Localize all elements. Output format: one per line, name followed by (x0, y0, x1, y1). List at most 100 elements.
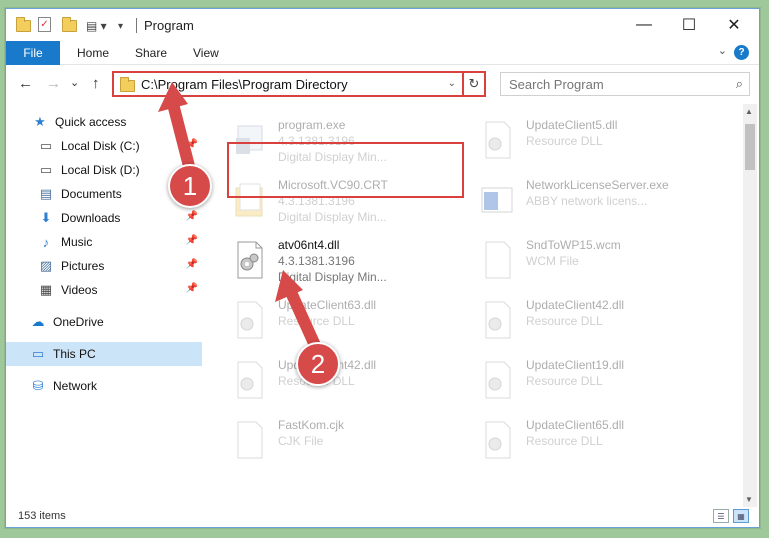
computer-icon: ▭ (31, 346, 45, 361)
pin-icon[interactable]: 📌 (186, 211, 198, 222)
sidebar-item-quick-access[interactable]: ★ Quick access (6, 110, 202, 134)
star-icon: ★ (34, 114, 46, 129)
file-type: WCM File (526, 254, 579, 268)
file-item-selected[interactable]: atv06nt4.dll 4.3.1381.3196 Digital Displ… (226, 234, 466, 290)
tab-share[interactable]: Share (135, 46, 167, 60)
drive-icon: ▭ (39, 138, 53, 153)
quick-access-folder-icon[interactable] (16, 17, 31, 35)
back-button[interactable]: ← (18, 75, 33, 92)
network-icon: ⛁ (32, 378, 44, 393)
callout-step-2: 2 (296, 342, 340, 386)
close-button[interactable]: ✕ (711, 9, 757, 41)
file-description: Digital Display Min... (278, 270, 387, 284)
sidebar-item-network[interactable]: ⛁ Network (6, 374, 202, 398)
help-icon[interactable]: ? (734, 45, 749, 60)
downloads-icon: ⬇ (40, 210, 52, 225)
file-name: UpdateClient63.dll (278, 298, 377, 312)
file-name: SndToWP15.wcm (526, 238, 621, 252)
window-title: Program (144, 18, 194, 33)
file-description: Digital Display Min... (278, 210, 387, 224)
address-bar[interactable]: C:\Program Files\Program Directory ⌄ (112, 71, 464, 97)
file-type: Resource DLL (278, 314, 355, 328)
sidebar-item-pictures[interactable]: ▨ Pictures 📌 (6, 254, 202, 278)
file-item[interactable]: UpdateClient42.dll Resource DLL (226, 354, 466, 410)
sidebar-item-label: Music (61, 235, 93, 249)
up-button[interactable]: ↑ (92, 75, 100, 92)
sidebar-item-videos[interactable]: ▦ Videos 📌 (6, 278, 202, 302)
scroll-up-icon[interactable]: ▲ (745, 107, 753, 116)
file-item[interactable]: UpdateClient19.dll Resource DLL (474, 354, 714, 410)
explorer-window: ✓ ▤ ▾ ▾ Program — ☐ ✕ File Home Share Vi… (5, 8, 760, 528)
file-name: FastKom.cjk (278, 418, 345, 432)
recent-locations-button[interactable]: ⌄ (70, 76, 79, 89)
chevron-down-icon[interactable]: ⌄ (448, 78, 456, 89)
file-item[interactable]: UpdateClient63.dll Resource DLL (226, 294, 466, 350)
file-icon (237, 421, 263, 459)
file-name: UpdateClient42.dll (526, 298, 625, 312)
cloud-icon: ☁ (31, 314, 45, 329)
minimize-button[interactable]: — (621, 9, 667, 41)
expand-ribbon-icon[interactable]: ⌄ (718, 44, 727, 57)
properties-icon[interactable]: ✓ (38, 17, 51, 32)
navigation-pane: ★ Quick access ▭ Local Disk (C:) 📌 ▭ Loc… (6, 104, 202, 504)
videos-icon: ▦ (39, 282, 53, 297)
sidebar-item-onedrive[interactable]: ☁ OneDrive (6, 310, 202, 334)
details-view-icon[interactable]: ☰ (713, 509, 729, 523)
file-item[interactable]: FastKom.cjk CJK File (226, 414, 466, 470)
file-item[interactable]: NetworkLicenseServer.exe ABBY network li… (474, 174, 714, 230)
scrollbar-thumb[interactable] (745, 124, 755, 170)
sidebar-item-label: This PC (53, 347, 96, 361)
quick-access-dropdown-icon[interactable]: ▾ (118, 17, 123, 35)
sidebar-item-downloads[interactable]: ⬇ Downloads 📌 (6, 206, 202, 230)
file-name: UpdateClient65.dll (526, 418, 625, 432)
file-item[interactable]: UpdateClient42.dll Resource DLL (474, 294, 714, 350)
file-type: Resource DLL (526, 434, 603, 448)
address-path[interactable]: C:\Program Files\Program Directory (141, 77, 348, 92)
navigation-bar: ← → ⌄ ↑ C:\Program Files\Program Directo… (6, 66, 759, 102)
dll-icon (485, 421, 511, 459)
sidebar-item-label: Local Disk (D:) (61, 163, 140, 177)
sidebar-item-local-disk-c[interactable]: ▭ Local Disk (C:) 📌 (6, 134, 202, 158)
file-highlight-box (227, 142, 464, 198)
sidebar-item-label: OneDrive (53, 315, 104, 329)
title-bar: ✓ ▤ ▾ ▾ Program — ☐ ✕ (6, 9, 759, 41)
forward-button[interactable]: → (46, 75, 61, 92)
file-type: Resource DLL (526, 134, 603, 148)
tiles-view-icon[interactable]: ▦ (733, 509, 749, 523)
file-item[interactable]: UpdateClient5.dll Resource DLL (474, 114, 714, 170)
maximize-button[interactable]: ☐ (666, 9, 712, 41)
pin-icon[interactable]: 📌 (186, 283, 198, 294)
music-icon: ♪ (42, 234, 50, 250)
folder-icon (120, 76, 135, 92)
ribbon-tabs: File Home Share View ⌄ ? (6, 41, 759, 65)
tab-view[interactable]: View (193, 46, 219, 60)
tab-home[interactable]: Home (77, 46, 109, 60)
scroll-down-icon[interactable]: ▼ (745, 495, 753, 504)
dll-icon (485, 301, 511, 339)
file-name: UpdateClient19.dll (526, 358, 625, 372)
search-icon[interactable]: ⌕ (736, 76, 743, 92)
search-input[interactable] (509, 76, 709, 92)
file-name: NetworkLicenseServer.exe (526, 178, 669, 192)
file-description: ABBY network licens... (526, 194, 648, 208)
sidebar-item-music[interactable]: ♪ Music 📌 (6, 230, 202, 254)
dll-icon (485, 121, 511, 159)
sidebar-item-this-pc[interactable]: ▭ This PC (6, 342, 202, 366)
refresh-button[interactable]: ↻ (464, 71, 486, 97)
dll-icon (237, 301, 263, 339)
file-item[interactable]: SndToWP15.wcm WCM File (474, 234, 714, 290)
pin-icon[interactable]: 📌 (186, 235, 198, 246)
tab-file[interactable]: File (6, 41, 60, 65)
file-item[interactable]: UpdateClient65.dll Resource DLL (474, 414, 714, 470)
customize-toolbar-icon[interactable]: ▤ ▾ (86, 17, 107, 35)
new-folder-icon[interactable] (62, 17, 77, 35)
pin-icon[interactable]: 📌 (186, 139, 198, 150)
file-name: UpdateClient5.dll (526, 118, 618, 132)
search-box[interactable]: ⌕ (500, 72, 750, 96)
exe-icon (481, 187, 513, 213)
sidebar-item-label: Pictures (61, 259, 105, 273)
pin-icon[interactable]: 📌 (186, 259, 198, 270)
sidebar-item-label: Documents (61, 187, 122, 201)
vertical-scrollbar[interactable]: ▲ ▼ (743, 104, 757, 507)
sidebar-item-label: Videos (61, 283, 98, 297)
